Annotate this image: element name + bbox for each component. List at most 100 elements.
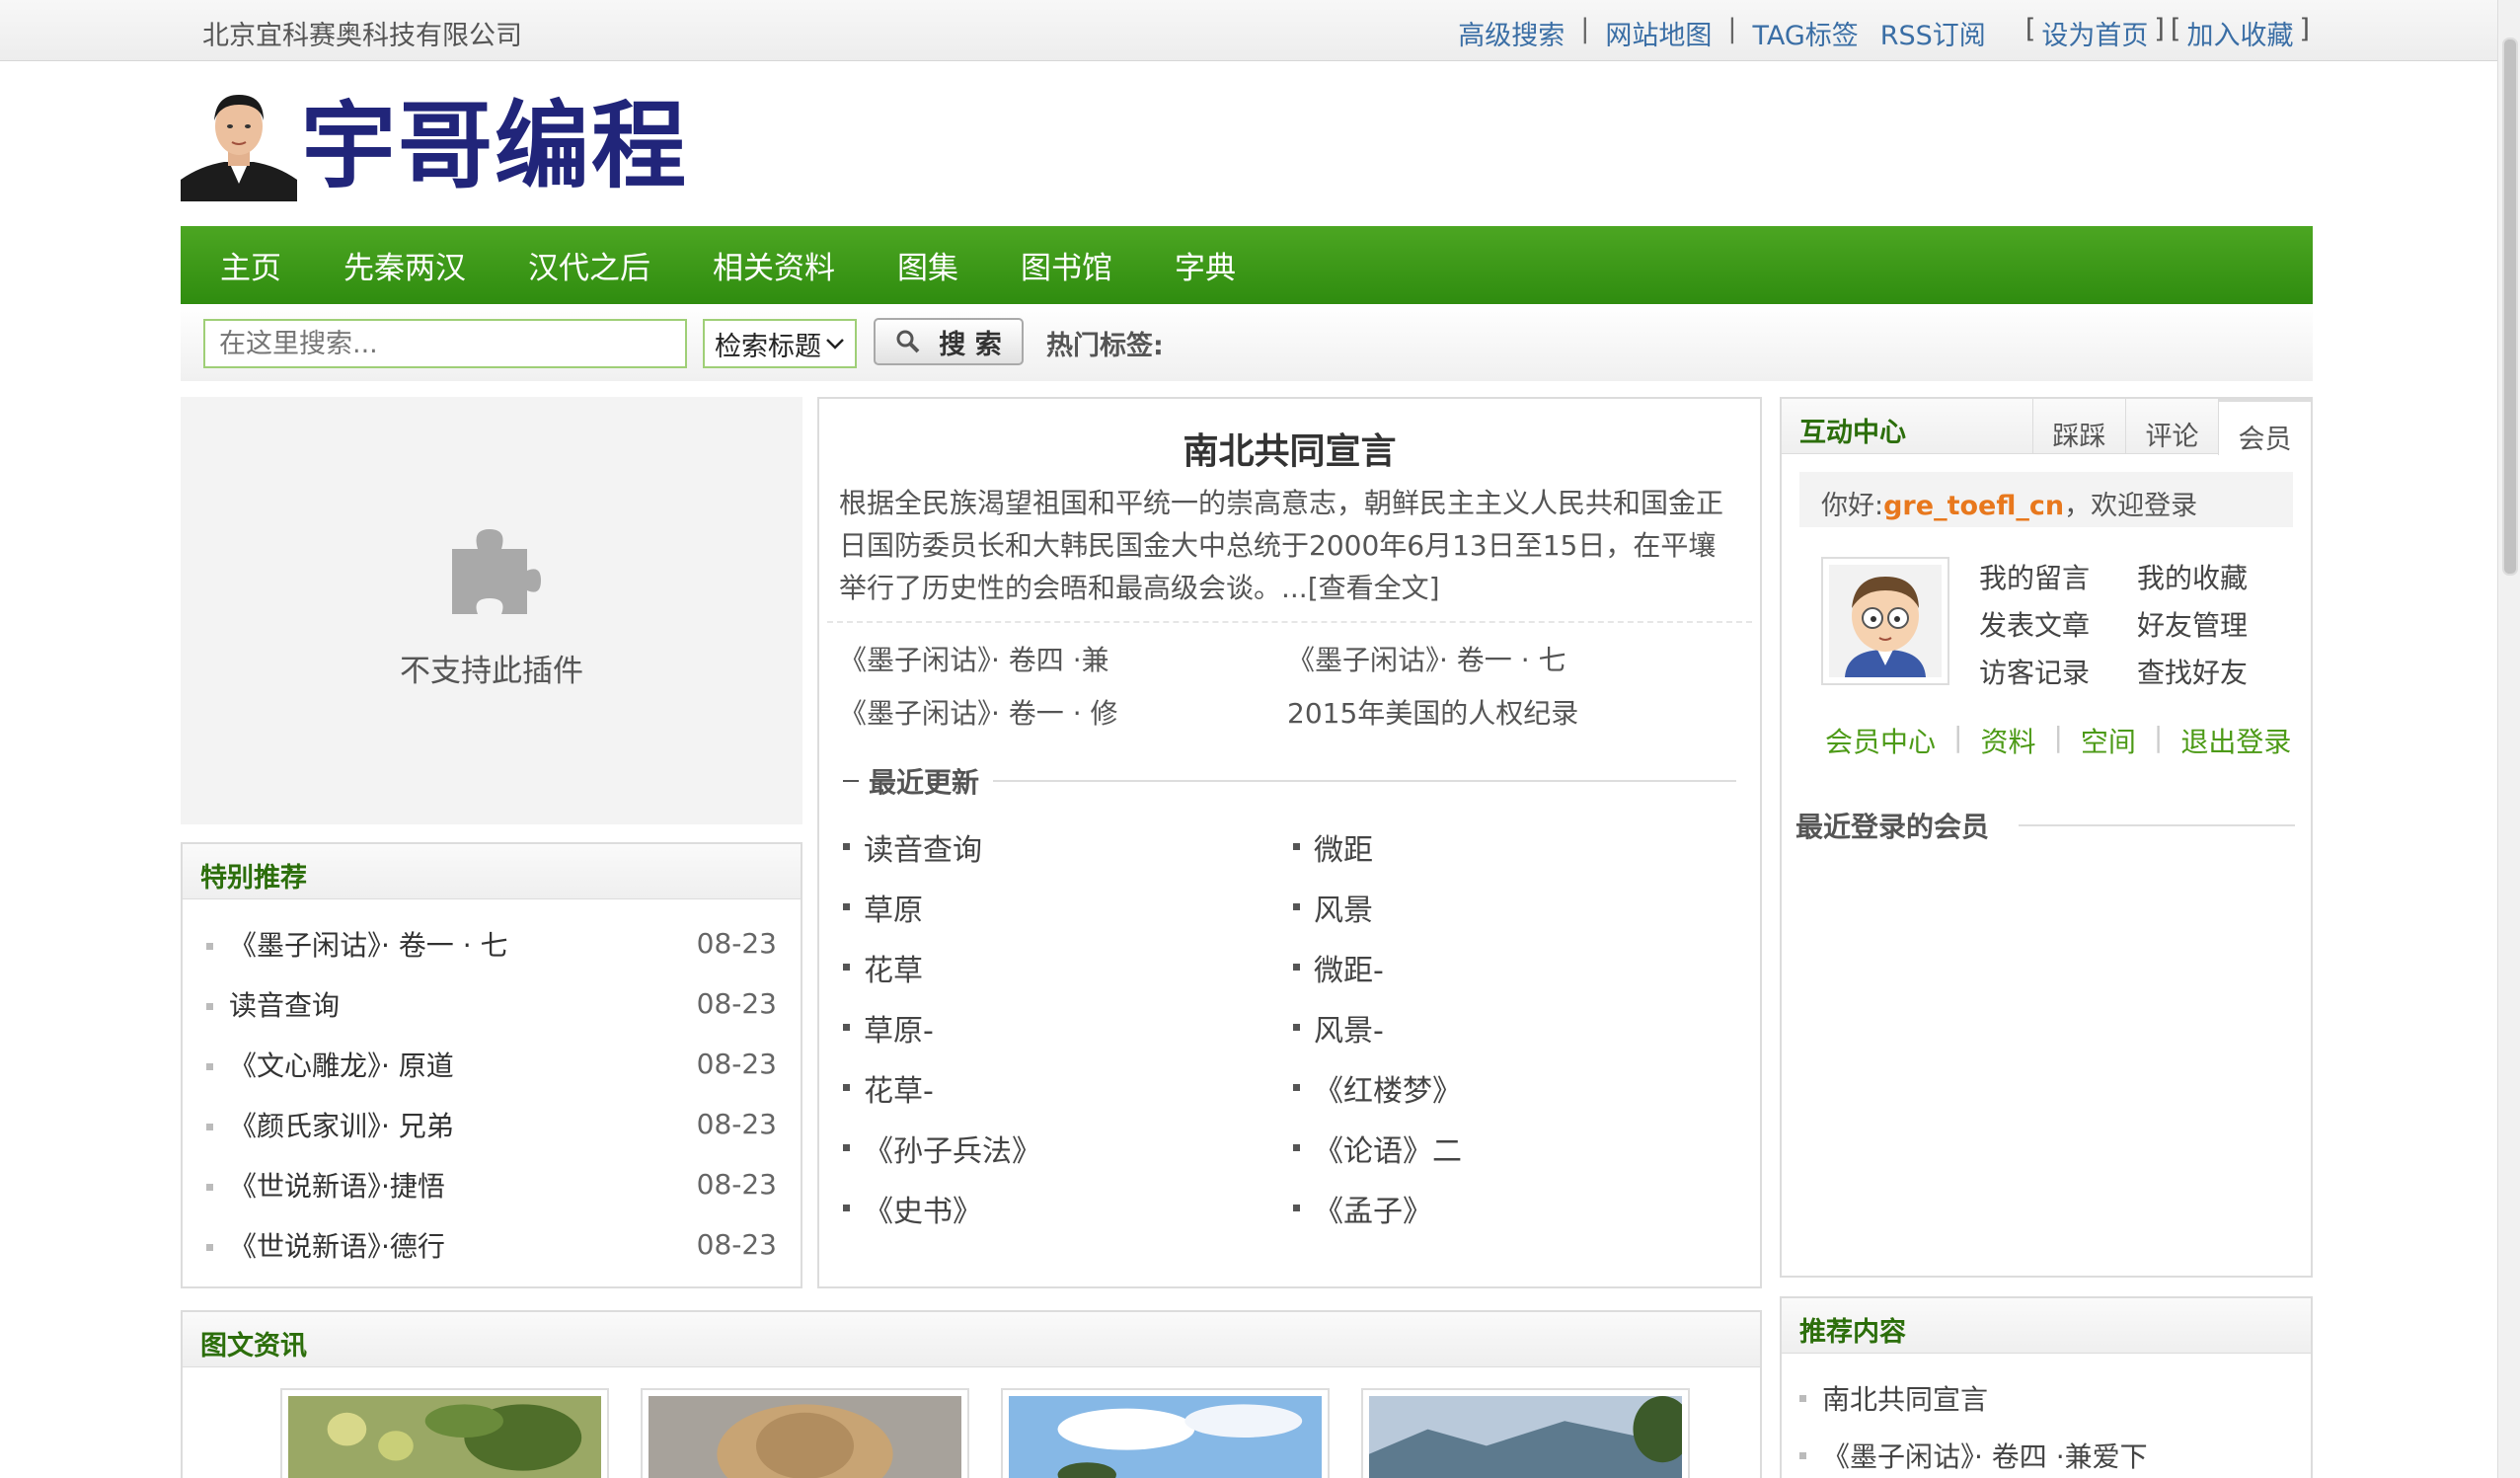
headline-link[interactable]: 《墨子闲诂》· 卷一 · 修	[839, 692, 1287, 732]
interact-tabs: 互动中心 踩踩 评论 会员	[1782, 399, 2311, 455]
add-favorite-link[interactable]: 加入收藏	[2186, 14, 2293, 52]
news-thumbnail[interactable]	[1361, 1388, 1692, 1478]
avatar[interactable]	[1821, 557, 1949, 685]
rss-link[interactable]: RSS订阅	[1880, 14, 1986, 52]
panel-title: 特别推荐	[183, 844, 801, 899]
logo-text: 宇哥编程	[301, 94, 688, 199]
nav-item-pre-qin[interactable]: 先秦两汉	[344, 243, 466, 287]
list-item[interactable]: 风景	[1293, 877, 1743, 937]
search-type-value: 检索标题	[715, 331, 821, 362]
bracket: ]	[2154, 14, 2165, 44]
main-nav: 主页 先秦两汉 汉代之后 相关资料 图集 图书馆 字典	[181, 226, 2313, 304]
search-button-label: 搜 索	[939, 329, 1002, 360]
panel-title: 互动中心	[1799, 418, 1906, 448]
member-actions: 会员中心 | 资料 | 空间 | 退出登录	[1825, 721, 2292, 760]
recent-updates-list: 读音查询 微距 草原 风景 花草 微距- 草原- 风景- 花草- 《红楼梦》 《…	[819, 801, 1760, 1238]
sitemap-link[interactable]: 网站地图	[1605, 14, 1712, 52]
list-item[interactable]: 草原	[843, 877, 1293, 937]
advanced-search-link[interactable]: 高级搜索	[1458, 14, 1565, 52]
list-item[interactable]: 微距-	[1293, 937, 1743, 997]
plugin-placeholder: 不支持此插件	[181, 397, 802, 824]
list-item[interactable]: 《世说新语》·德行 08-23	[206, 1214, 777, 1275]
panel-title: 图文资讯	[183, 1312, 1760, 1367]
headline-link[interactable]: 2015年美国的人权纪录	[1287, 692, 1735, 732]
news-thumbnail[interactable]	[641, 1388, 969, 1478]
nav-item-gallery[interactable]: 图集	[897, 243, 958, 287]
list-item[interactable]: 《颜氏家训》· 兄弟 08-23	[206, 1094, 777, 1154]
list-item[interactable]: 微距	[1293, 817, 1743, 877]
chevron-down-icon	[826, 339, 844, 350]
divider: |	[1727, 14, 1737, 44]
set-home-link[interactable]: 设为首页	[2041, 14, 2148, 52]
list-item[interactable]: 草原-	[843, 997, 1293, 1057]
recommend-panel: 推荐内容 南北共同宣言 《墨子闲诂》· 卷四 ·兼爱下	[1780, 1296, 2313, 1478]
list-item[interactable]: 读音查询 08-23	[206, 973, 777, 1034]
recent-updates-heading: 最近更新	[843, 761, 1736, 801]
search-input[interactable]	[203, 319, 687, 368]
profile-link[interactable]: 资料	[1980, 721, 2035, 760]
recent-login-heading: 最近登录的会员	[1795, 806, 2295, 845]
special-recommend-panel: 特别推荐 《墨子闲诂》· 卷一 · 七 08-23 读音查询 08-23 《文心雕龙…	[181, 842, 802, 1288]
list-item[interactable]: 风景-	[1293, 997, 1743, 1057]
list-item[interactable]: 《孙子兵法》	[843, 1118, 1293, 1178]
headline-title[interactable]: 南北共同宣言	[819, 423, 1760, 474]
logo-photo	[181, 81, 297, 201]
logout-link[interactable]: 退出登录	[2180, 721, 2291, 760]
headline-link[interactable]: 《墨子闲诂》· 卷一 · 七	[1287, 639, 1735, 678]
list-item[interactable]: 《红楼梦》	[1293, 1057, 1743, 1118]
bracket: [	[2024, 14, 2036, 44]
list-item[interactable]: 《文心雕龙》· 原道 08-23	[206, 1034, 777, 1094]
search-button[interactable]: 搜 索	[874, 318, 1024, 365]
list-item[interactable]: 《论语》二	[1293, 1118, 1743, 1178]
visitor-log-link[interactable]: 访客记录	[1979, 652, 2137, 689]
space-link[interactable]: 空间	[2081, 721, 2136, 760]
headline-link[interactable]: 《墨子闲诂》· 卷四 ·兼	[839, 639, 1287, 678]
list-item[interactable]: 《孟子》	[1293, 1178, 1743, 1238]
list-item[interactable]: 《史书》	[843, 1178, 1293, 1238]
nav-item-dictionary[interactable]: 字典	[1175, 243, 1236, 287]
scrollbar-thumb[interactable]	[2502, 38, 2518, 576]
bracket: ]	[2299, 14, 2310, 44]
list-item[interactable]: 读音查询	[843, 817, 1293, 877]
find-friends-link[interactable]: 查找好友	[2137, 652, 2295, 689]
headline-panel: 南北共同宣言 根据全民族渴望祖国和平统一的崇高意志，朝鲜民主主义人民共和国金正日…	[817, 397, 1762, 1288]
list-item[interactable]: 《墨子闲诂》· 卷一 · 七 08-23	[206, 913, 777, 973]
username[interactable]: gre_toefl_cn	[1883, 491, 2064, 521]
news-thumbnail[interactable]	[1001, 1388, 1330, 1478]
list-item[interactable]: 南北共同宣言	[1799, 1369, 2293, 1427]
image-news-row	[280, 1388, 1692, 1478]
nav-item-after-han[interactable]: 汉代之后	[528, 243, 650, 287]
divider: |	[1580, 14, 1590, 44]
my-messages-link[interactable]: 我的留言	[1979, 557, 2137, 594]
company-name: 北京宜科赛奥科技有限公司	[202, 21, 522, 51]
tab-comments[interactable]: 评论	[2125, 399, 2218, 453]
site-logo[interactable]: 宇哥编程	[181, 81, 688, 201]
tab-members[interactable]: 会员	[2218, 399, 2311, 455]
search-type-select[interactable]: 检索标题	[703, 319, 857, 368]
search-icon	[896, 330, 920, 353]
bracket: [	[2170, 14, 2181, 44]
vertical-scrollbar[interactable]	[2497, 0, 2520, 1478]
top-bar: 北京宜科赛奥科技有限公司 高级搜索 | 网站地图 | TAG标签 RSS订阅 […	[0, 0, 2497, 61]
friends-manage-link[interactable]: 好友管理	[2137, 604, 2295, 642]
nav-item-materials[interactable]: 相关资料	[713, 243, 835, 287]
nav-item-library[interactable]: 图书馆	[1021, 243, 1112, 287]
panel-title: 推荐内容	[1782, 1298, 2311, 1354]
tag-link[interactable]: TAG标签	[1752, 14, 1858, 52]
tab-stomp[interactable]: 踩踩	[2032, 399, 2125, 453]
list-item[interactable]: 花草-	[843, 1057, 1293, 1118]
headline-intro: 根据全民族渴望祖国和平统一的崇高意志，朝鲜民主主义人民共和国金正日国防委员长和大…	[839, 487, 1724, 604]
my-favorites-link[interactable]: 我的收藏	[2137, 557, 2295, 594]
headline-links: 《墨子闲诂》· 卷四 ·兼 《墨子闲诂》· 卷一 · 七 《墨子闲诂》· 卷一 …	[819, 623, 1760, 732]
nav-item-home[interactable]: 主页	[220, 243, 281, 287]
plugin-message: 不支持此插件	[400, 654, 583, 689]
list-item[interactable]: 《世说新语》·捷悟 08-23	[206, 1154, 777, 1214]
post-article-link[interactable]: 发表文章	[1979, 604, 2137, 642]
news-thumbnail[interactable]	[280, 1388, 609, 1478]
member-links: 我的留言 我的收藏 发表文章 好友管理 访客记录 查找好友	[1979, 557, 2295, 689]
read-more-link[interactable]: [查看全文]	[1308, 572, 1440, 604]
list-item[interactable]: 花草	[843, 937, 1293, 997]
search-bar: 检索标题 搜 索 热门标签:	[181, 304, 2313, 381]
member-center-link[interactable]: 会员中心	[1825, 721, 1936, 760]
list-item[interactable]: 《墨子闲诂》· 卷四 ·兼爱下	[1799, 1427, 2293, 1478]
